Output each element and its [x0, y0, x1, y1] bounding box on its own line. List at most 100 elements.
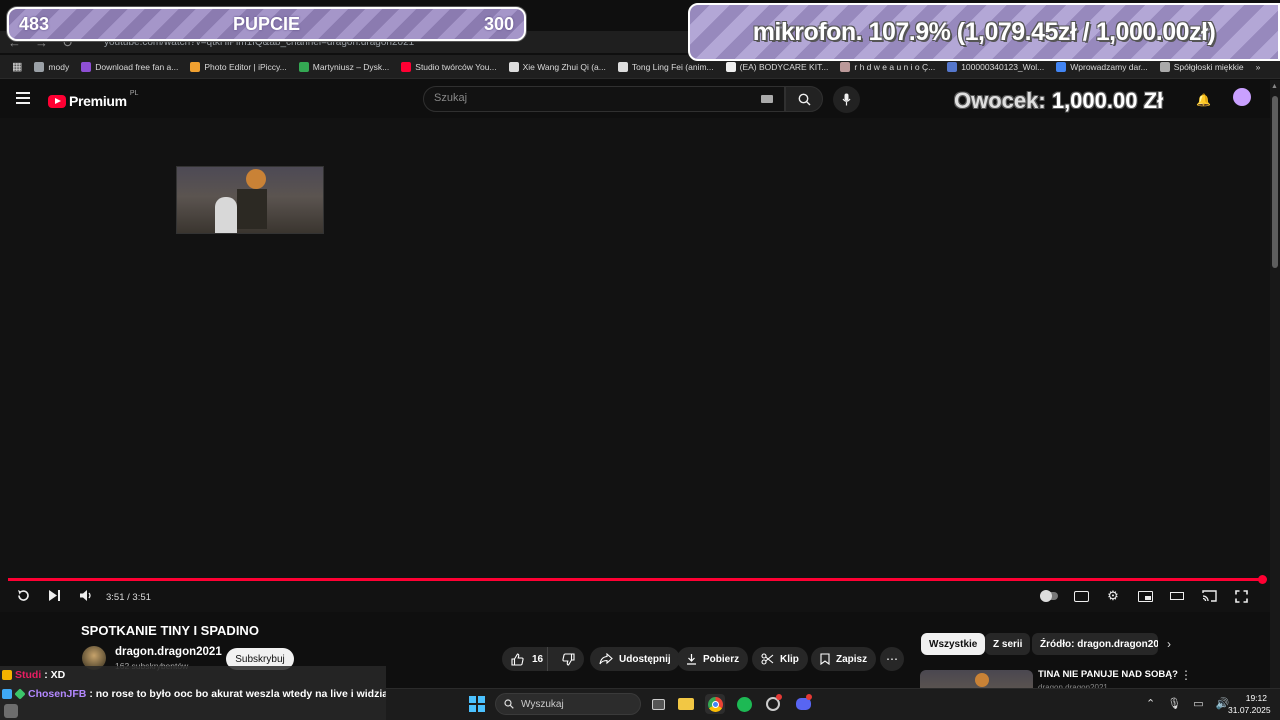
notifications-bell-icon[interactable]: 🔔 [1196, 93, 1211, 107]
save-button[interactable]: Zapisz [811, 647, 877, 671]
thumbs-down-icon [562, 652, 575, 666]
youtube-logo-text: Premium [69, 93, 127, 109]
tray-expand-icon[interactable]: ⌃ [1146, 697, 1155, 710]
bookmark-favicon-icon [617, 61, 628, 72]
like-button[interactable]: 16 [502, 647, 548, 671]
chip-source[interactable]: Źródło: dragon.dragon2021 [1032, 633, 1158, 655]
search-icon [798, 93, 810, 105]
clip-label: Klip [780, 653, 799, 665]
menu-icon[interactable] [16, 92, 30, 104]
spotify-icon[interactable] [734, 694, 754, 714]
bookmark-label: Martyniusz – Dysk... [312, 61, 390, 72]
related-video-title[interactable]: TINA NIE PANUJE NAD SOBĄ? [1038, 669, 1178, 680]
app-icon[interactable] [763, 694, 783, 714]
bookmark-label: Photo Editor | iPiccy... [204, 61, 287, 72]
bookmark-icon [820, 653, 830, 665]
miniplayer-icon[interactable] [1136, 588, 1154, 604]
more-actions-icon[interactable]: ⋯ [880, 647, 904, 671]
clip-button[interactable]: Klip [752, 647, 808, 671]
clock-date[interactable]: 31.07.2025 [1228, 705, 1271, 715]
gem-badge-icon [14, 688, 26, 700]
task-view-icon[interactable] [648, 694, 668, 714]
bookmark-label: Spółgłoski miękkie [1173, 61, 1244, 72]
apps-grid-icon[interactable]: ▦ [12, 60, 22, 73]
voice-search-button[interactable] [833, 86, 860, 113]
related-video-thumbnail[interactable] [920, 670, 1033, 690]
chrome-icon[interactable] [705, 694, 725, 714]
settings-gear-icon[interactable]: ⚙ [1104, 588, 1122, 604]
search-button[interactable] [785, 86, 823, 112]
owocek-donation-overlay: Owocek: 1,000.00 Zł [954, 88, 1163, 114]
video-thumbnail-preview [176, 166, 324, 234]
channel-name[interactable]: dragon.dragon2021 [115, 646, 222, 658]
fullscreen-icon[interactable] [1232, 588, 1250, 604]
chip-all[interactable]: Wszystkie [921, 633, 986, 655]
bookmarks-overflow-icon[interactable]: » [1256, 62, 1280, 72]
related-menu-icon[interactable]: ⋮ [1180, 668, 1192, 682]
bookmark-item[interactable]: Photo Editor | iPiccy... [190, 61, 287, 72]
download-label: Pobierz [703, 653, 740, 665]
taskbar-search[interactable]: Wyszukaj [495, 693, 641, 715]
replay-button[interactable] [16, 588, 31, 607]
autoplay-toggle[interactable] [1040, 588, 1058, 604]
theater-mode-icon[interactable] [1168, 588, 1186, 604]
volume-button[interactable] [79, 589, 94, 606]
save-label: Zapisz [836, 653, 868, 665]
search-box[interactable] [423, 86, 785, 112]
bookmark-item[interactable]: Martyniusz – Dysk... [298, 61, 390, 72]
bookmark-favicon-icon [1159, 61, 1170, 72]
bookmark-label: Wprowadzamy dar... [1070, 61, 1148, 72]
bookmark-label: r h d w e a u n i o Ç... [854, 61, 936, 72]
bookmark-item[interactable]: Spółgłoski miękkie [1159, 61, 1244, 72]
file-explorer-icon[interactable] [676, 694, 696, 714]
progress-bar[interactable] [8, 578, 1263, 581]
account-avatar[interactable] [1233, 88, 1251, 106]
microphone-icon [842, 93, 851, 106]
share-button[interactable]: Udostępnij [590, 647, 680, 671]
network-icon[interactable]: ▭ [1193, 697, 1203, 710]
bookmark-label: (EA) BODYCARE KIT... [739, 61, 829, 72]
goal-counter-overlay: 483 PUPCIE 300 [7, 7, 526, 41]
clock-time[interactable]: 19:12 [1243, 693, 1267, 703]
share-label: Udostępnij [619, 653, 671, 665]
like-dislike-group: 16 [502, 647, 584, 671]
like-count: 16 [532, 653, 544, 665]
bookmark-item[interactable]: Tong Ling Fei (anim... [617, 61, 714, 72]
chip-series[interactable]: Z serii [985, 633, 1031, 655]
tray-microphone-icon[interactable]: 🎙 [1167, 697, 1181, 710]
scissors-icon [761, 653, 774, 665]
discord-icon[interactable] [793, 694, 813, 714]
bookmark-item[interactable]: r h d w e a u n i o Ç... [840, 61, 936, 72]
cast-icon[interactable] [1200, 588, 1218, 604]
progress-scrubber[interactable] [1258, 575, 1267, 584]
bookmark-item[interactable]: Wprowadzamy dar... [1056, 61, 1148, 72]
volume-icon [80, 590, 91, 601]
search-input[interactable]: Szukaj [434, 92, 467, 104]
chevron-right-icon[interactable]: › [1167, 637, 1171, 651]
chat-user: Studi [15, 669, 42, 681]
scrollbar-thumb[interactable] [1272, 96, 1278, 268]
download-button[interactable]: Pobierz [677, 647, 749, 671]
download-icon [687, 654, 696, 665]
bookmark-item[interactable]: 100000340123_Wol... [947, 61, 1044, 72]
bookmark-item[interactable]: Studio twórców You... [401, 61, 497, 72]
bookmark-label: Download free fan a... [95, 61, 179, 72]
sub-badge-icon [2, 670, 12, 680]
bookmark-item[interactable]: Xie Wang Zhui Qi (a... [508, 61, 606, 72]
sub-badge-icon [2, 689, 12, 699]
dislike-button[interactable] [554, 647, 584, 671]
owocek-label: Owocek: [954, 88, 1046, 113]
youtube-logo[interactable]: Premium PL [48, 90, 138, 109]
bookmark-item[interactable]: mody [34, 61, 70, 72]
counter-title: PUPCIE [232, 13, 301, 34]
subtitles-icon[interactable] [1072, 588, 1090, 604]
windows-start-icon[interactable] [469, 696, 485, 712]
keyboard-icon[interactable] [761, 95, 773, 103]
bookmark-label: mody [48, 61, 70, 72]
scroll-up-arrow-icon[interactable]: ▲ [1271, 83, 1278, 90]
bookmark-favicon-icon [81, 61, 92, 72]
next-button[interactable] [48, 589, 62, 606]
bookmark-item[interactable]: Download free fan a... [81, 61, 179, 72]
bookmark-favicon-icon [34, 61, 45, 72]
bookmark-item[interactable]: (EA) BODYCARE KIT... [725, 61, 829, 72]
